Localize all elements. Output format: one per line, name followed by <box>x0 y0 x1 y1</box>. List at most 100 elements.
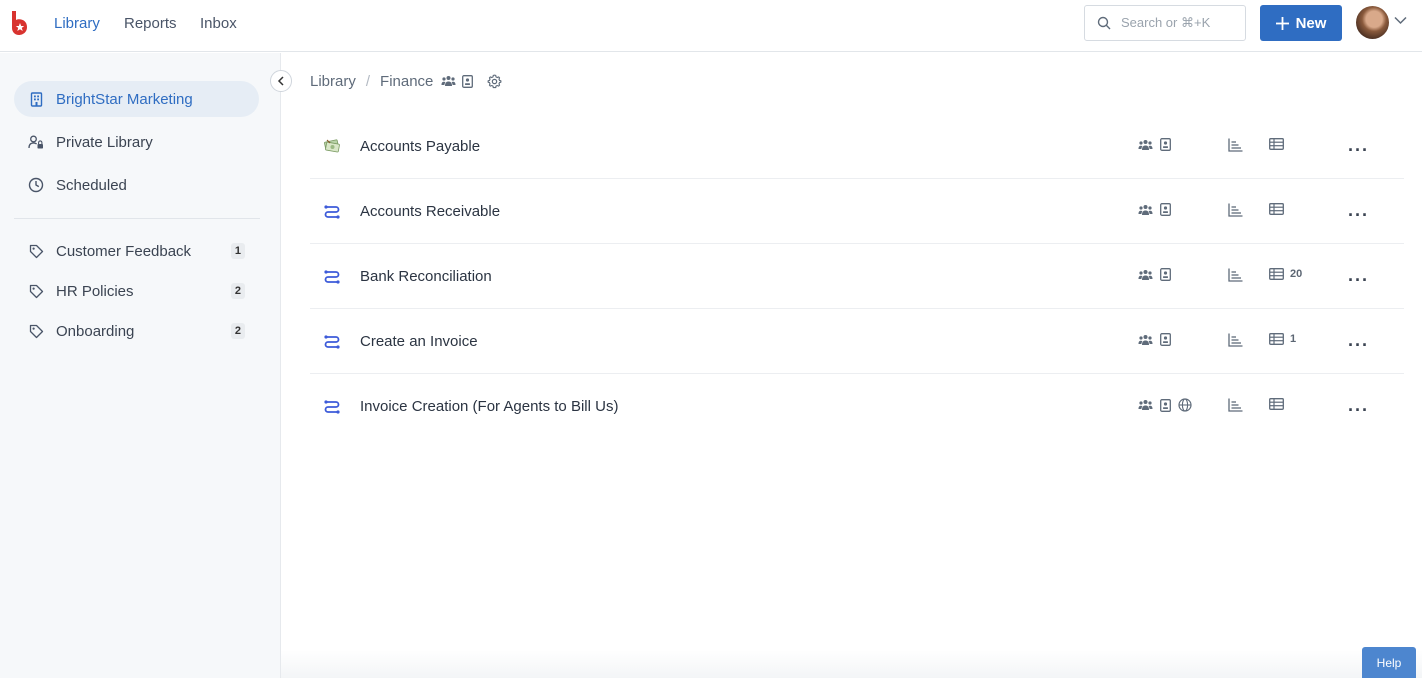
list-item[interactable]: Bank Reconciliation 20 ··· <box>310 244 1404 309</box>
list-item[interactable]: Accounts Receivable ··· <box>310 179 1404 244</box>
table-data[interactable]: 1 <box>1269 333 1296 345</box>
group-icon <box>1138 400 1153 410</box>
globe-icon <box>1178 398 1192 412</box>
item-title[interactable]: Accounts Payable <box>360 114 480 179</box>
tag-icon <box>28 283 44 299</box>
table-data[interactable] <box>1269 138 1290 150</box>
breadcrumb-library[interactable]: Library <box>310 73 356 90</box>
bar-chart-icon[interactable] <box>1228 333 1243 347</box>
list-item[interactable]: Create an Invoice 1 ··· <box>310 309 1404 374</box>
gear-icon[interactable] <box>487 74 502 89</box>
table-icon <box>1269 398 1284 410</box>
sidebar-tag-onboarding[interactable]: Onboarding 2 <box>14 313 259 349</box>
chevron-down-icon[interactable] <box>1394 16 1407 25</box>
sidebar-divider <box>14 218 260 219</box>
sidebar-tag-label: HR Policies <box>56 282 134 300</box>
more-options-button[interactable]: ··· <box>1348 335 1369 356</box>
new-button-label: New <box>1295 14 1327 32</box>
permissions <box>1138 268 1171 281</box>
clock-icon <box>28 177 44 193</box>
badge-icon <box>1160 398 1171 412</box>
bar-chart-icon[interactable] <box>1228 138 1243 152</box>
table-count: 20 <box>1290 268 1303 280</box>
bird-logo-icon[interactable] <box>9 10 29 36</box>
bar-chart-icon[interactable] <box>1228 398 1243 412</box>
sidebar-tag-hr-policies[interactable]: HR Policies 2 <box>14 273 259 309</box>
sidebar: BrightStar Marketing Private Library Sch… <box>0 53 281 678</box>
more-options-button[interactable]: ··· <box>1348 140 1369 161</box>
list-item[interactable]: Invoice Creation (For Agents to Bill Us)… <box>310 374 1404 439</box>
badge-icon <box>1160 203 1171 216</box>
breadcrumb: Library / Finance <box>310 70 502 92</box>
item-title[interactable]: Bank Reconciliation <box>360 244 492 309</box>
user-lock-icon <box>28 134 44 150</box>
workflow-icon <box>323 203 341 221</box>
nav-library[interactable]: Library <box>54 0 100 46</box>
sidebar-item-label: Scheduled <box>56 176 127 194</box>
table-icon <box>1269 268 1284 280</box>
collapse-sidebar-button[interactable] <box>270 70 292 92</box>
badge-icon <box>462 74 474 88</box>
more-options-button[interactable]: ··· <box>1348 205 1369 226</box>
permissions <box>1138 138 1171 151</box>
sidebar-tag-label: Customer Feedback <box>56 242 192 260</box>
sidebar-item-private-library[interactable]: Private Library <box>14 124 259 160</box>
permissions <box>1138 398 1192 412</box>
group-icon <box>1138 139 1153 150</box>
permissions <box>1138 333 1171 346</box>
new-button[interactable]: New <box>1260 5 1342 41</box>
tag-count-badge: 2 <box>230 323 245 339</box>
sidebar-item-label: BrightStar Marketing <box>56 90 193 108</box>
search-placeholder: Search or ⌘+K <box>1121 15 1211 30</box>
nav-reports[interactable]: Reports <box>124 0 177 46</box>
bar-chart-icon[interactable] <box>1228 203 1243 217</box>
table-count: 1 <box>1290 333 1297 345</box>
tag-count-badge: 2 <box>230 283 245 299</box>
badge-icon <box>1160 333 1171 346</box>
nav-inbox[interactable]: Inbox <box>200 0 237 46</box>
workflow-icon <box>323 398 341 416</box>
tag-icon <box>28 243 44 259</box>
tag-count-badge: 1 <box>230 243 245 259</box>
bottom-fade <box>281 650 1422 678</box>
workflow-icon <box>323 333 341 351</box>
help-button[interactable]: Help <box>1362 647 1416 678</box>
table-data[interactable]: 20 <box>1269 268 1302 280</box>
building-icon <box>28 91 44 107</box>
group-icon <box>1138 269 1153 280</box>
group-icon <box>1138 334 1153 345</box>
table-icon <box>1269 203 1284 215</box>
money-icon <box>323 138 341 156</box>
group-icon <box>1138 204 1153 215</box>
more-options-button[interactable]: ··· <box>1348 270 1369 291</box>
top-bar: Library Reports Inbox Search or ⌘+K New <box>0 0 1422 52</box>
search-input[interactable]: Search or ⌘+K <box>1084 5 1246 41</box>
table-data[interactable] <box>1269 398 1290 410</box>
bar-chart-icon[interactable] <box>1228 268 1243 282</box>
avatar[interactable] <box>1356 6 1389 39</box>
tag-icon <box>28 323 44 339</box>
group-icon <box>441 76 456 86</box>
table-icon <box>1269 138 1284 150</box>
badge-icon <box>1160 268 1171 281</box>
badge-icon <box>1160 138 1171 151</box>
breadcrumb-finance[interactable]: Finance <box>380 73 433 90</box>
item-title[interactable]: Accounts Receivable <box>360 179 500 244</box>
sidebar-tag-label: Onboarding <box>56 322 135 340</box>
table-icon <box>1269 333 1284 345</box>
permissions <box>1138 203 1171 216</box>
more-options-button[interactable]: ··· <box>1348 400 1369 421</box>
search-icon <box>1097 16 1111 30</box>
sidebar-item-scheduled[interactable]: Scheduled <box>14 167 259 203</box>
item-title[interactable]: Create an Invoice <box>360 309 478 374</box>
table-data[interactable] <box>1269 203 1290 215</box>
list-item[interactable]: Accounts Payable ··· <box>310 114 1404 179</box>
breadcrumb-separator: / <box>365 72 371 90</box>
workflow-icon <box>323 268 341 286</box>
sidebar-item-label: Private Library <box>56 133 153 151</box>
sidebar-tag-customer-feedback[interactable]: Customer Feedback 1 <box>14 233 259 269</box>
plus-icon <box>1275 16 1289 30</box>
chevron-left-icon <box>277 76 284 86</box>
item-title[interactable]: Invoice Creation (For Agents to Bill Us) <box>360 374 618 439</box>
sidebar-item-brightstar-marketing[interactable]: BrightStar Marketing <box>14 81 259 117</box>
